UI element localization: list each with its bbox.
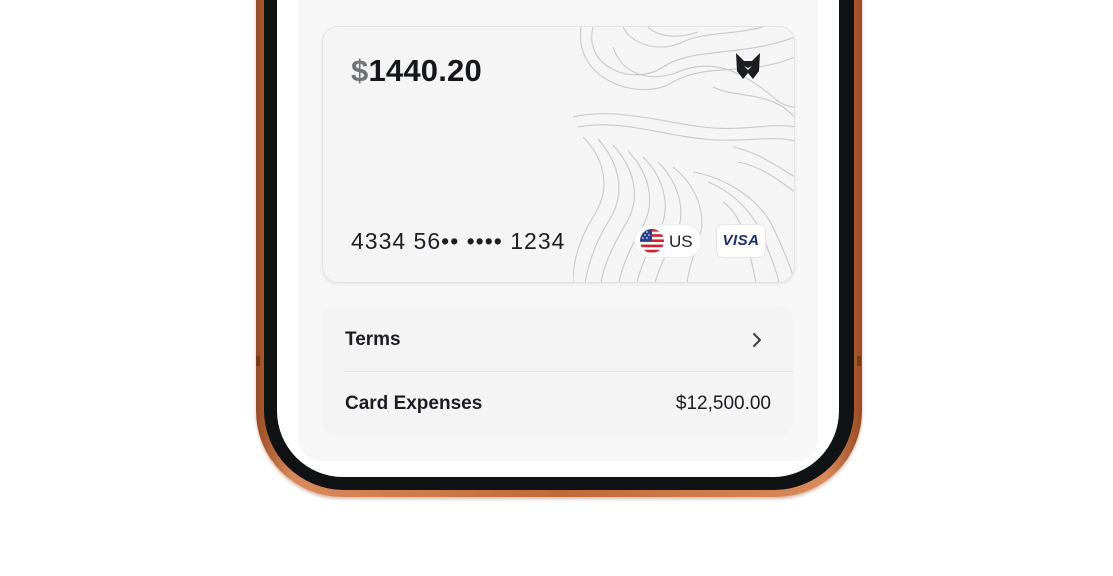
side-band-left [256, 356, 260, 366]
visa-logo: VISA [722, 232, 760, 249]
app-stage: $1440.20 4334 56•• •••• 1234 US VISA Ter… [0, 0, 1113, 576]
card-expenses-row: Card Expenses $12,500.00 [322, 372, 793, 436]
payment-card[interactable]: $1440.20 4334 56•• •••• 1234 US VISA [322, 26, 795, 283]
country-chip[interactable]: US [635, 225, 701, 257]
us-flag-icon [640, 229, 664, 253]
country-code: US [669, 232, 693, 251]
card-balance: $1440.20 [351, 53, 482, 89]
balance-amount: 1440.20 [368, 53, 482, 88]
side-band-right [857, 356, 861, 366]
chevron-right-icon [753, 333, 761, 347]
terms-row[interactable]: Terms [322, 308, 793, 372]
expenses-value: $12,500.00 [675, 393, 771, 414]
wolf-logo-icon [736, 53, 760, 79]
expenses-label: Card Expenses [345, 393, 483, 414]
terms-label: Terms [345, 329, 401, 350]
currency-symbol: $ [351, 53, 369, 88]
card-network-badge: VISA [717, 225, 765, 257]
card-details-list: Terms Card Expenses $12,500.00 [322, 306, 793, 436]
card-number: 4334 56•• •••• 1234 [351, 228, 566, 254]
